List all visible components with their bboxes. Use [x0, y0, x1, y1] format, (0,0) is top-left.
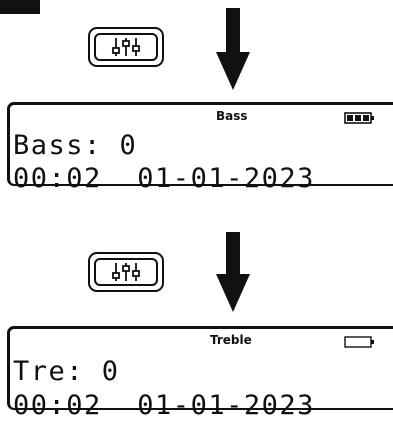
- mode-label: Bass: [216, 109, 248, 123]
- mode-label: Treble: [210, 333, 252, 347]
- arrow-down-icon: [216, 8, 250, 90]
- corner-tab: [0, 0, 40, 14]
- setting-line: Bass: 0: [13, 130, 138, 161]
- battery-empty-icon: [344, 336, 374, 348]
- eq-button[interactable]: [88, 252, 164, 292]
- lcd-display-treble: Treble Tre: 0 00:02 01-01-2023: [7, 326, 393, 421]
- date-readout: 01-01-2023: [137, 390, 315, 421]
- arrow-down-icon: [216, 232, 250, 312]
- datetime-line: 00:02 01-01-2023: [13, 391, 315, 421]
- battery-full-icon: [344, 112, 374, 124]
- time-readout: 00:02: [13, 390, 102, 421]
- lcd-display-bass: Bass Bass: 0 00:02 01-01-2023: [7, 102, 393, 194]
- equalizer-sliders-icon: [112, 263, 140, 281]
- time-readout: 00:02: [13, 163, 102, 194]
- date-readout: 01-01-2023: [137, 163, 315, 194]
- equalizer-sliders-icon: [112, 38, 140, 56]
- setting-line: Tre: 0: [13, 356, 120, 387]
- datetime-line: 00:02 01-01-2023: [13, 164, 315, 194]
- eq-button[interactable]: [88, 27, 164, 67]
